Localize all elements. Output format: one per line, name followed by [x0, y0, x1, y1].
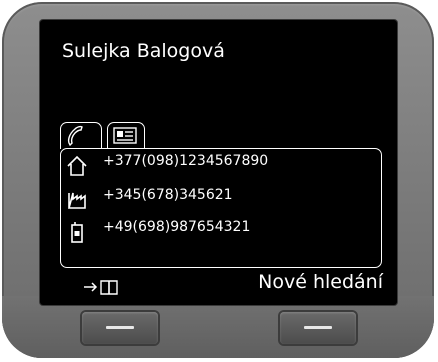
phone-number-list: +377(098)1234567890 +345(678)345621 +49(…: [60, 148, 382, 268]
entry-office[interactable]: +345(678)345621: [61, 186, 361, 212]
entry-number: +345(678)345621: [103, 187, 233, 203]
key-bar-mark: [304, 326, 332, 329]
copy-to-directory-icon: [84, 280, 118, 295]
entry-number: +377(098)1234567890: [103, 153, 269, 169]
softkey-right-new-search[interactable]: Nové hledání: [258, 271, 383, 293]
entry-number: +49(698)987654321: [103, 219, 251, 235]
entry-mobile[interactable]: +49(698)987654321: [61, 218, 361, 244]
display-screen: Sulejka Balogová +377(098)1234567890 +34…: [40, 20, 397, 305]
right-display-key[interactable]: [280, 312, 356, 344]
contact-name: Sulejka Balogová: [62, 40, 225, 62]
office-factory-icon: [67, 192, 86, 209]
mobile-phone-icon: [71, 222, 83, 243]
tab-contact-details[interactable]: [107, 122, 145, 149]
device-lower-panel: [2, 296, 434, 358]
home-icon: [67, 155, 87, 176]
softkey-left-copy-to-directory[interactable]: [80, 276, 140, 298]
phone-handset-icon: [67, 125, 83, 147]
contact-card-icon: [113, 127, 137, 144]
left-display-key[interactable]: [82, 312, 158, 344]
entry-home[interactable]: +377(098)1234567890: [61, 152, 361, 178]
tab-phone-numbers[interactable]: [60, 122, 102, 149]
key-bar-mark: [106, 326, 134, 329]
